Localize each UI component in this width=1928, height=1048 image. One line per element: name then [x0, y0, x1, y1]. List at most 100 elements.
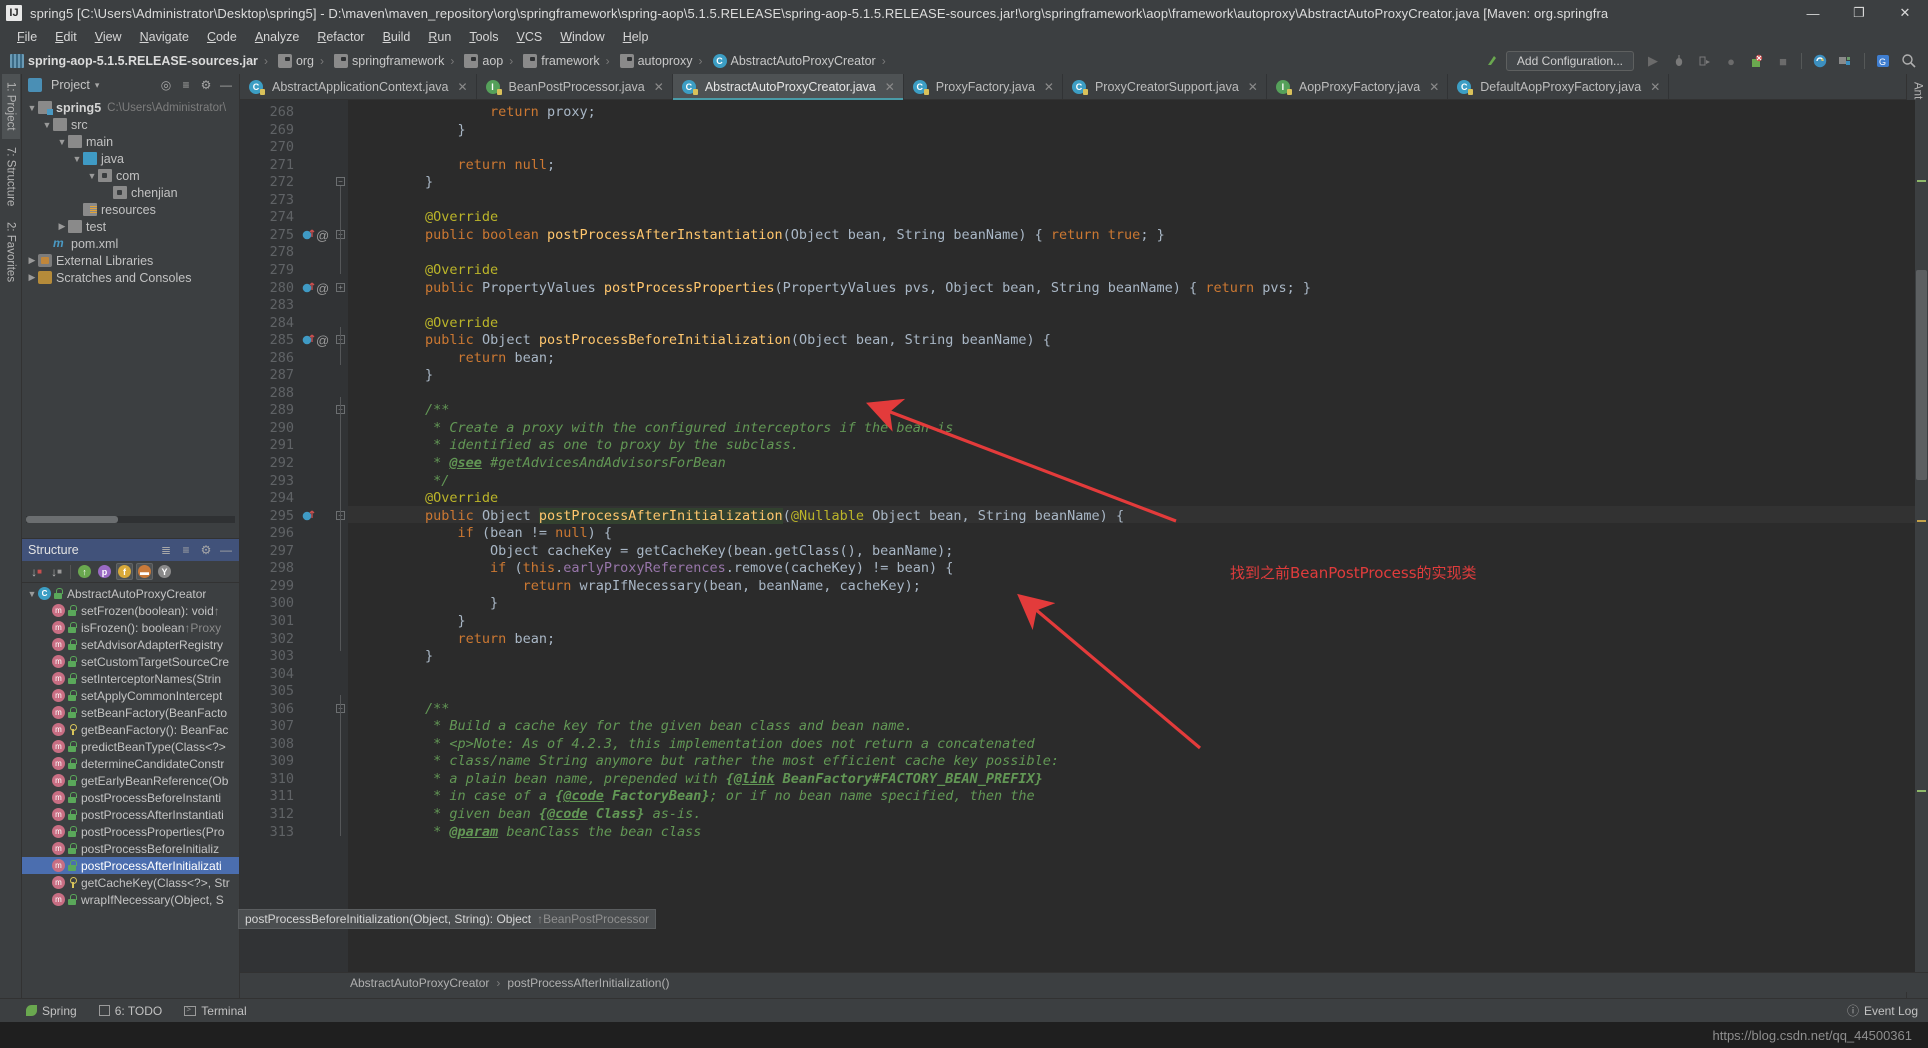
code-line[interactable]: @Override	[360, 490, 498, 506]
project-tree-item-scratches-and-consoles[interactable]: ▶ Scratches and Consoles	[22, 269, 239, 286]
debug-icon[interactable]	[1666, 49, 1692, 73]
status-item-spring[interactable]: Spring	[26, 1004, 77, 1018]
annotation-gutter-icon[interactable]: @	[316, 333, 329, 348]
code-line[interactable]: /**	[360, 701, 449, 717]
breadcrumb-item-aop[interactable]: aop ›	[460, 53, 519, 69]
annotation-gutter-icon[interactable]: @	[316, 228, 329, 243]
menu-item-navigate[interactable]: Navigate	[131, 28, 198, 46]
code-line[interactable]: }	[360, 367, 433, 383]
structure-item-setbeanfactory-beanfacto[interactable]: m setBeanFactory(BeanFacto	[22, 704, 239, 721]
editor-tab-defaultaopproxyfactory[interactable]: C DefaultAopProxyFactory.java ✕	[1448, 74, 1670, 99]
menu-item-refactor[interactable]: Refactor	[308, 28, 373, 46]
code-line[interactable]: public Object postProcessBeforeInitializ…	[360, 332, 1051, 348]
close-tab-icon[interactable]: ✕	[1429, 80, 1439, 94]
stop-icon[interactable]: ■	[1770, 49, 1796, 73]
chevron-right-icon[interactable]: ▶	[56, 221, 68, 232]
editor-tab-proxycreatorsupport[interactable]: C ProxyCreatorSupport.java ✕	[1062, 74, 1267, 99]
close-tab-icon[interactable]: ✕	[1248, 80, 1258, 94]
editor-tab-aopproxyfactory[interactable]: I AopProxyFactory.java ✕	[1266, 74, 1449, 99]
menu-item-file[interactable]: File	[8, 28, 46, 46]
editor-tab-abstractautoproxycreator[interactable]: C AbstractAutoProxyCreator.java ✕	[672, 74, 904, 100]
code-line[interactable]: if (bean != null) {	[360, 525, 612, 541]
structure-item-determinecandidateconstr[interactable]: m determineCandidateConstr	[22, 755, 239, 772]
minimize-button[interactable]: —	[1790, 0, 1836, 26]
project-tree-item-pom-xml[interactable]: m pom.xml	[22, 235, 239, 252]
code-line[interactable]: */	[360, 473, 449, 489]
structure-list[interactable]: ▼ C AbstractAutoProxyCreator m setFrozen(boo…	[22, 583, 239, 997]
menu-item-tools[interactable]: Tools	[460, 28, 507, 46]
structure-item-isfrozen-boolean-[interactable]: m isFrozen(): boolean ↑Proxy	[22, 619, 239, 636]
structure-item-setcustomtargetsourcecre[interactable]: m setCustomTargetSourceCre	[22, 653, 239, 670]
chevron-down-icon[interactable]: ▼	[41, 120, 53, 130]
code-line[interactable]: public PropertyValues postProcessPropert…	[360, 280, 1311, 296]
menu-item-help[interactable]: Help	[614, 28, 658, 46]
code-line[interactable]: return bean;	[360, 631, 556, 647]
close-tab-icon[interactable]: ✕	[1650, 80, 1660, 94]
translate-icon[interactable]: G	[1870, 49, 1896, 73]
fold-expand-icon[interactable]: +	[336, 282, 345, 292]
chevron-down-icon[interactable]: ▼	[71, 154, 83, 164]
maximize-button[interactable]: ❐	[1836, 0, 1882, 26]
overriding-method-icon[interactable]	[302, 333, 315, 349]
status-item-terminal[interactable]: Terminal	[184, 1004, 247, 1018]
close-tab-icon[interactable]: ✕	[654, 80, 664, 94]
code-line[interactable]: return bean;	[360, 350, 556, 366]
code-text-area[interactable]: return proxy; } return null; } @Override…	[348, 100, 1928, 972]
code-line[interactable]: * Build a cache key for the given bean c…	[360, 718, 913, 734]
sort-alphabetically-icon[interactable]: ↓ ■	[48, 563, 65, 580]
scrollbar-thumb[interactable]	[26, 516, 118, 523]
commit-icon[interactable]	[1833, 49, 1859, 73]
project-tree-item-main[interactable]: ▼ main	[22, 133, 239, 150]
show-inherited-icon[interactable]: ↑	[76, 563, 93, 580]
run-with-coverage-icon[interactable]	[1692, 49, 1718, 73]
code-line[interactable]: }	[360, 595, 498, 611]
structure-item-postprocessproperties-pro[interactable]: m postProcessProperties(Pro	[22, 823, 239, 840]
breadcrumb-item-autoproxy[interactable]: autoproxy ›	[616, 53, 709, 69]
code-line[interactable]: public Object postProcessAfterInitializa…	[360, 507, 1124, 524]
back-arrow-icon[interactable]	[1480, 49, 1506, 73]
structure-item-postprocessafterinitializati[interactable]: m postProcessAfterInitializati	[22, 857, 239, 874]
menu-item-window[interactable]: Window	[551, 28, 613, 46]
structure-item-setapplycommonintercept[interactable]: m setApplyCommonIntercept	[22, 687, 239, 704]
menu-item-analyze[interactable]: Analyze	[246, 28, 308, 46]
breadcrumb-item-abstractautoproxycreator[interactable]: C AbstractAutoProxyCreator ›	[709, 53, 892, 69]
show-hierarchy-icon[interactable]: Y	[156, 563, 173, 580]
tool-window-button-7-structure[interactable]: 7: Structure	[2, 139, 20, 214]
menu-item-run[interactable]: Run	[419, 28, 460, 46]
project-horizontal-scrollbar[interactable]	[26, 516, 235, 523]
structure-item-setfrozen-boolean-void-[interactable]: m setFrozen(boolean): void ↑	[22, 602, 239, 619]
target-icon[interactable]: ◎	[157, 76, 175, 94]
code-line[interactable]: }	[360, 613, 466, 629]
annotation-gutter-icon[interactable]: @	[316, 281, 329, 296]
project-tree-item-src[interactable]: ▼ src	[22, 116, 239, 133]
code-line[interactable]: * @param beanClass the bean class	[360, 824, 701, 840]
tool-window-button-1-project[interactable]: 1: Project	[1, 74, 20, 139]
show-properties-icon[interactable]: p	[96, 563, 113, 580]
code-line[interactable]: return proxy;	[360, 104, 596, 120]
editor-vertical-scrollbar[interactable]	[1915, 100, 1928, 972]
chevron-right-icon[interactable]: ▶	[26, 255, 38, 266]
project-tree-item-java[interactable]: ▼ java	[22, 150, 239, 167]
code-editor[interactable]: 268269270271272−273274275@+278279280@+28…	[240, 100, 1928, 972]
gear-icon[interactable]: ⚙	[197, 76, 215, 94]
code-line[interactable]: * class/name String anymore but rather t…	[360, 753, 1059, 769]
code-line[interactable]: @Override	[360, 315, 498, 331]
collapse-all-icon[interactable]: ≡	[177, 76, 195, 94]
menu-item-vcs[interactable]: VCS	[508, 28, 552, 46]
marker-stripe-entry[interactable]	[1917, 790, 1926, 792]
attach-debugger-icon[interactable]	[1744, 49, 1770, 73]
code-line[interactable]: }	[360, 648, 433, 664]
hide-icon[interactable]: —	[217, 76, 235, 94]
overriding-method-icon[interactable]	[302, 509, 315, 525]
code-line[interactable]: * @see #getAdvicesAndAdvisorsForBean	[360, 455, 726, 471]
marker-stripe-entry[interactable]	[1917, 520, 1926, 522]
code-line[interactable]: * identified as one to proxy by the subc…	[360, 437, 799, 453]
menu-item-edit[interactable]: Edit	[46, 28, 86, 46]
show-non-public-icon[interactable]: ▬	[136, 563, 153, 580]
add-configuration-button[interactable]: Add Configuration...	[1505, 51, 1634, 71]
project-tree-item-spring5[interactable]: ▼ spring5 C:\Users\Administrator\	[22, 99, 239, 116]
code-line[interactable]: * given bean {@code Class} as-is.	[360, 806, 701, 822]
structure-item-abstractautoproxycreator[interactable]: ▼ C AbstractAutoProxyCreator	[22, 585, 239, 602]
chevron-down-icon[interactable]: ▼	[26, 103, 38, 113]
sort-by-visibility-icon[interactable]: ↓ ■	[28, 563, 45, 580]
